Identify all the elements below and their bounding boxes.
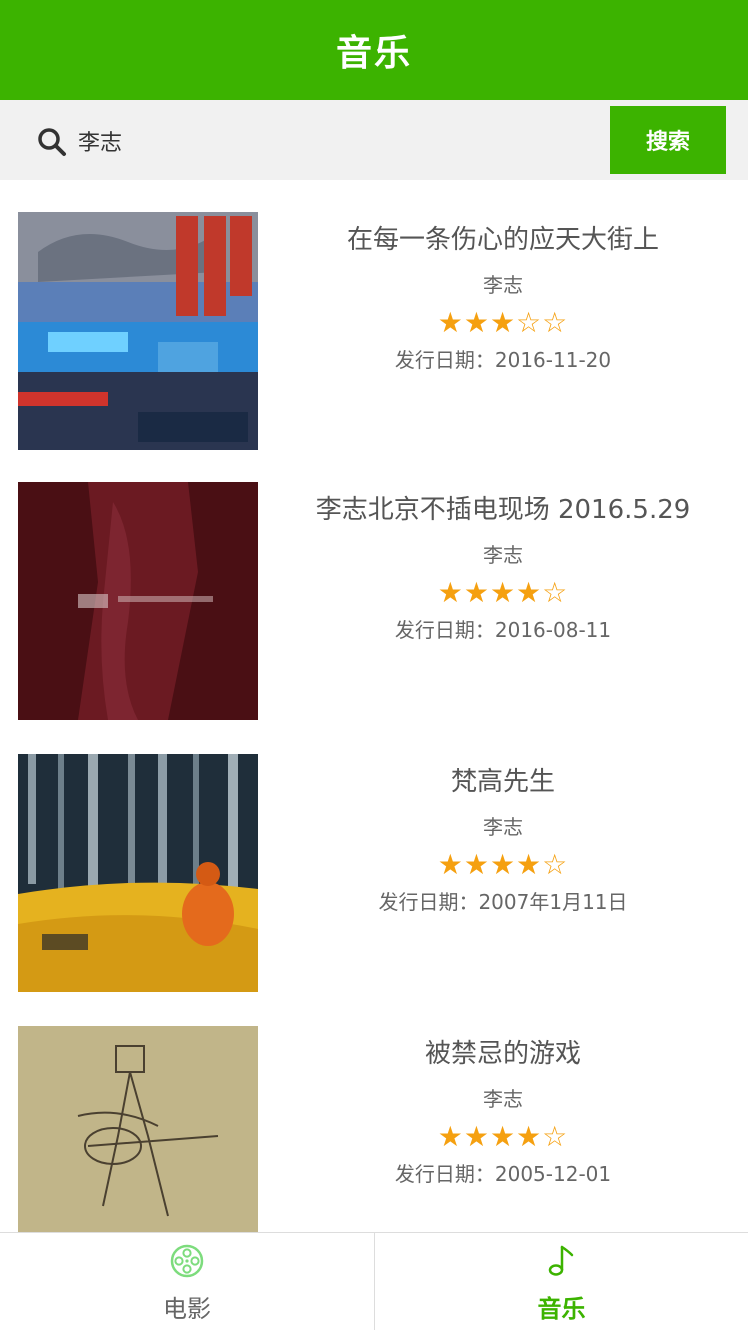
release-date: 发行日期：2007年1月11日 xyxy=(378,890,628,914)
album-cover-image xyxy=(18,754,258,992)
release-date: 发行日期：2016-08-11 xyxy=(394,618,612,642)
tab-label: 音乐 xyxy=(537,1295,586,1323)
album-item[interactable]: 李志北京不插电现场 2016.5.29 李志 ★★★★☆ 发行日期：2016-0… xyxy=(0,450,748,722)
album-title: 梵高先生 xyxy=(450,767,555,797)
search-icon xyxy=(38,128,66,156)
album-title: 在每一条伤心的应天大街上 xyxy=(346,225,659,255)
album-artist: 李志 xyxy=(483,543,523,567)
music-note-icon xyxy=(548,1245,573,1276)
rating-stars: ★★★★☆ xyxy=(437,576,569,609)
search-button[interactable]: 搜索 xyxy=(610,106,726,174)
album-cover-image xyxy=(18,482,258,720)
album-info: 在每一条伤心的应天大街上 李志 ★★★☆☆ 发行日期：2016-11-20 xyxy=(258,220,748,376)
album-title: 被禁忌的游戏 xyxy=(424,1039,581,1069)
bottom-tab-bar: 电影 音乐 xyxy=(0,1232,748,1330)
album-item[interactable]: 被禁忌的游戏 李志 ★★★★☆ 发行日期：2005-12-01 xyxy=(0,994,748,1232)
release-date: 发行日期：2016-11-20 xyxy=(394,348,612,372)
album-info: 梵高先生 李志 ★★★★☆ 发行日期：2007年1月11日 xyxy=(258,762,748,918)
film-reel-icon xyxy=(170,1244,204,1278)
tab-music[interactable]: 音乐 xyxy=(374,1233,748,1330)
album-cover-image xyxy=(18,1026,258,1232)
search-input[interactable] xyxy=(78,120,598,162)
album-cover-image xyxy=(18,212,258,450)
rating-stars: ★★★☆☆ xyxy=(437,306,569,339)
album-info: 被禁忌的游戏 李志 ★★★★☆ 发行日期：2005-12-01 xyxy=(258,1034,748,1190)
tab-label: 电影 xyxy=(163,1295,211,1323)
album-artist: 李志 xyxy=(483,273,523,297)
album-info: 李志北京不插电现场 2016.5.29 李志 ★★★★☆ 发行日期：2016-0… xyxy=(258,490,748,646)
album-item[interactable]: 在每一条伤心的应天大街上 李志 ★★★☆☆ 发行日期：2016-11-20 xyxy=(0,180,748,452)
rating-stars: ★★★★☆ xyxy=(437,1120,569,1153)
album-artist: 李志 xyxy=(483,815,523,839)
page-title: 音乐 xyxy=(335,33,412,74)
rating-stars: ★★★★☆ xyxy=(437,848,569,881)
album-item[interactable]: 梵高先生 李志 ★★★★☆ 发行日期：2007年1月11日 xyxy=(0,722,748,994)
album-list: 在每一条伤心的应天大街上 李志 ★★★☆☆ 发行日期：2016-11-20 李志… xyxy=(0,180,748,1232)
app-header: 音乐 xyxy=(0,0,748,100)
release-date: 发行日期：2005-12-01 xyxy=(394,1162,612,1186)
album-artist: 李志 xyxy=(483,1087,523,1111)
tab-movies[interactable]: 电影 xyxy=(0,1233,374,1330)
album-title: 李志北京不插电现场 2016.5.29 xyxy=(315,495,691,525)
